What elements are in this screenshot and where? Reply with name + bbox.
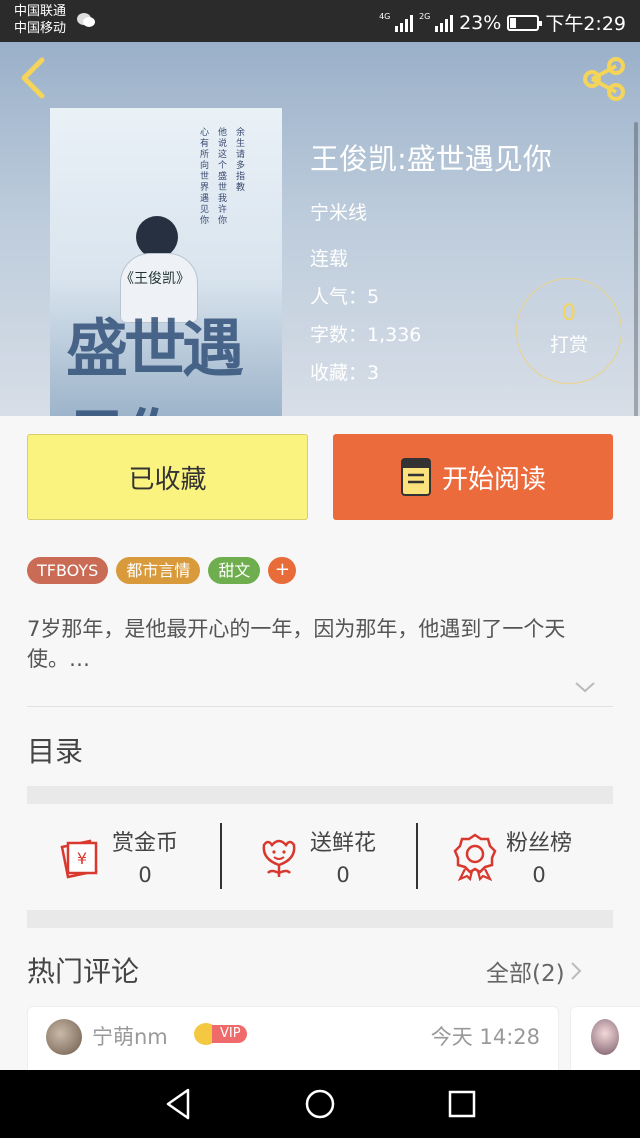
chevron-right-icon [570, 962, 582, 980]
back-arrow-icon[interactable] [16, 56, 52, 100]
flower-icon [262, 839, 296, 877]
add-tag-button[interactable]: + [268, 557, 297, 584]
action-separator [220, 823, 222, 889]
signal-icon: 4G [379, 11, 414, 32]
send-flowers-value: 0 [336, 863, 350, 887]
divider [27, 706, 613, 707]
cover-deco-text: 心有所向世界遇见你 [200, 128, 210, 226]
avatar-2[interactable] [591, 1019, 619, 1055]
book-popularity: 人气：5 [310, 286, 380, 308]
status-bar: 中国联通 中国移动 4G 2G 23% 下午2:29 [0, 0, 640, 42]
all-comments-link[interactable]: 全部(2) [486, 954, 583, 988]
book-cover[interactable]: 心有所向世界遇见你 他说这个盛世我许你 余生请多指教 《王俊凯》 盛世遇见你 [50, 108, 282, 416]
toc-heading[interactable]: 目录 [27, 730, 83, 770]
reward-button[interactable]: 0 打赏 [516, 278, 622, 384]
cover-deco-text-3: 余生请多指教 [236, 128, 246, 193]
book-author[interactable]: 宁米线 [310, 198, 367, 225]
start-reading-button[interactable]: 开始阅读 [333, 434, 613, 520]
fan-ranking-label: 粉丝榜 [506, 831, 573, 856]
book-header: 心有所向世界遇见你 他说这个盛世我许你 余生请多指教 《王俊凯》 盛世遇见你 王… [0, 42, 640, 416]
tag-sweet[interactable]: 甜文 [208, 557, 261, 584]
network-type-1: 4G [379, 11, 391, 21]
back-nav-icon[interactable] [160, 1086, 196, 1122]
book-favorites: 收藏：3 [310, 362, 380, 384]
action-separator-2 [416, 823, 418, 889]
medal-icon [453, 833, 497, 881]
scrollbar [634, 122, 638, 416]
section-separator-2 [27, 910, 613, 928]
reward-label: 打赏 [549, 334, 588, 356]
collected-label: 已收藏 [128, 464, 207, 495]
carrier-info: 中国联通 中国移动 [14, 3, 66, 37]
tag-urban-romance[interactable]: 都市言情 [116, 557, 201, 584]
clock: 下午2:29 [545, 13, 626, 35]
home-nav-icon[interactable] [302, 1086, 338, 1122]
battery-percent: 23% [459, 11, 502, 34]
avatar[interactable] [46, 1019, 82, 1055]
tag-tfboys[interactable]: TFBOYS [27, 557, 109, 584]
svg-text:¥: ¥ [77, 849, 87, 868]
all-comments-label: 全部(2) [486, 961, 565, 987]
signal-icon-2: 2G [419, 11, 454, 32]
send-flowers-action[interactable]: 送鲜花 0 [254, 820, 376, 892]
give-coins-action[interactable]: ¥ 赏金币 0 [56, 820, 178, 892]
cover-big-title: 盛世遇见你 [66, 312, 244, 416]
vip-badge: VIP [194, 1023, 247, 1045]
coin-envelope-icon: ¥ [60, 839, 98, 879]
navigation-bar [0, 1070, 640, 1138]
collected-button[interactable]: 已收藏 [27, 434, 308, 520]
fan-ranking-value: 0 [532, 863, 546, 887]
wechat-icon [77, 13, 95, 27]
book-description: 7岁那年，是他最开心的一年，因为那年，他遇到了一个天使。… [27, 617, 566, 671]
book-word-count: 字数：1,336 [310, 324, 422, 346]
hot-comments-heading: 热门评论 [27, 955, 140, 988]
give-coins-text: 赏金币 0 [112, 825, 178, 887]
start-reading-label: 开始阅读 [441, 464, 546, 495]
tag-list: TFBOYS 都市言情 甜文 + [27, 557, 297, 584]
network-type-2: 2G [419, 11, 431, 21]
send-flowers-text: 送鲜花 0 [310, 825, 376, 887]
cover-figure-head [136, 216, 178, 258]
carrier-2: 中国移动 [14, 21, 67, 36]
book-status: 连载 [310, 248, 349, 270]
chevron-down-icon[interactable] [574, 680, 596, 694]
battery-icon [507, 14, 543, 31]
comment-username[interactable]: 宁萌nm [92, 1021, 168, 1051]
recents-nav-icon[interactable] [444, 1086, 480, 1122]
fan-ranking-action[interactable]: 粉丝榜 0 [450, 820, 572, 892]
give-coins-value: 0 [138, 863, 152, 887]
reward-count: 0 [562, 301, 576, 326]
cover-deco-text-2: 他说这个盛世我许你 [218, 128, 228, 226]
fan-ranking-text: 粉丝榜 0 [506, 825, 572, 887]
section-separator [27, 786, 613, 804]
book-icon [400, 458, 431, 496]
book-title: 王俊凯:盛世遇见你 [310, 142, 552, 176]
carrier-1: 中国联通 [14, 4, 67, 19]
send-flowers-label: 送鲜花 [310, 831, 377, 856]
status-right: 4G 2G 23% 下午2:29 [379, 9, 626, 36]
give-coins-label: 赏金币 [112, 831, 179, 856]
share-icon[interactable] [580, 56, 628, 102]
cover-small-title: 《王俊凯》 [120, 271, 190, 287]
vip-label: VIP [212, 1025, 247, 1043]
comment-time: 今天 14:28 [430, 1025, 540, 1049]
